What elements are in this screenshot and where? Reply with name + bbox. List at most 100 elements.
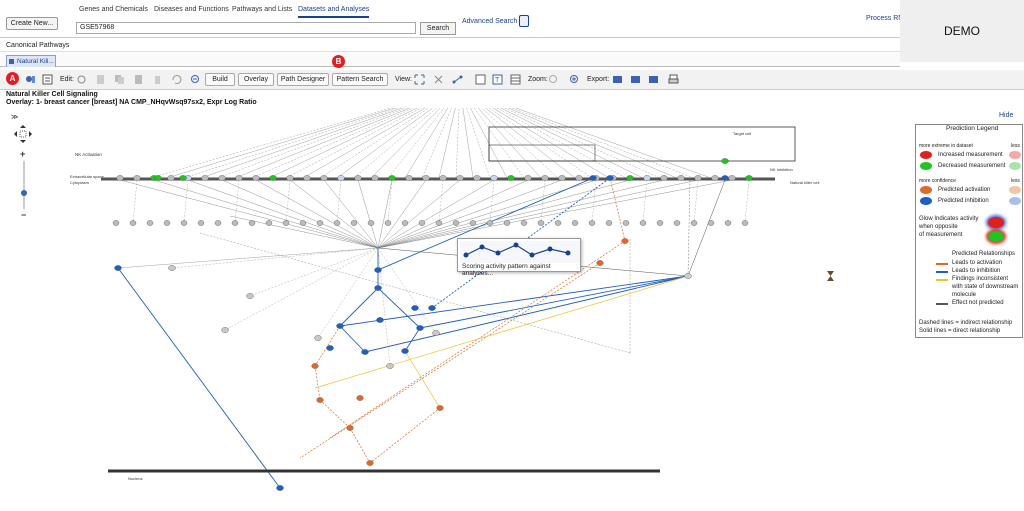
pathway-node[interactable]: [168, 265, 176, 271]
pathway-node[interactable]: [596, 260, 604, 266]
export-data-icon[interactable]: [630, 74, 641, 85]
pathway-node[interactable]: [524, 175, 532, 181]
pathway-node[interactable]: [486, 220, 494, 226]
pathway-node[interactable]: [112, 220, 120, 226]
pathway-node[interactable]: [286, 175, 294, 181]
export-pdf-icon[interactable]: [648, 74, 659, 85]
pathway-node[interactable]: [473, 175, 481, 181]
pathway-node[interactable]: [269, 175, 277, 181]
pathway-node[interactable]: [684, 273, 692, 279]
cut-icon[interactable]: [95, 74, 106, 85]
print-icon[interactable]: [668, 74, 679, 85]
pathway-node[interactable]: [167, 175, 175, 181]
pathway-node[interactable]: [114, 265, 122, 271]
pathway-node[interactable]: [180, 220, 188, 226]
pathway-node[interactable]: [366, 460, 374, 466]
pathway-node[interactable]: [503, 220, 511, 226]
pathway-canvas[interactable]: NK Activation Extracellular space Cytopl…: [0, 108, 912, 511]
pathway-node[interactable]: [337, 175, 345, 181]
pathway-node[interactable]: [507, 175, 515, 181]
paste-icon[interactable]: [133, 74, 144, 85]
pathway-node[interactable]: [133, 175, 141, 181]
expand-icon[interactable]: [433, 74, 444, 85]
pathway-node[interactable]: [356, 395, 364, 401]
copy-icon[interactable]: [114, 74, 125, 85]
pathway-node[interactable]: [246, 293, 254, 299]
pathway-node[interactable]: [435, 220, 443, 226]
pathway-node[interactable]: [154, 175, 162, 181]
pathway-node[interactable]: [694, 175, 702, 181]
fit-view-icon[interactable]: [414, 74, 425, 85]
build-button[interactable]: Build: [205, 73, 235, 86]
pathway-node[interactable]: [316, 220, 324, 226]
pathway-node[interactable]: [299, 220, 307, 226]
pathway-node[interactable]: [673, 220, 681, 226]
export-image-icon[interactable]: [612, 74, 623, 85]
pathway-node[interactable]: [346, 425, 354, 431]
pathway-node[interactable]: [439, 175, 447, 181]
network-icon[interactable]: [452, 74, 463, 85]
pathway-node[interactable]: [129, 220, 137, 226]
pathway-node[interactable]: [554, 220, 562, 226]
add-molecule-icon[interactable]: [25, 74, 36, 85]
pathway-node[interactable]: [163, 220, 171, 226]
pathway-node[interactable]: [179, 175, 187, 181]
zoom-fit-icon[interactable]: [548, 74, 559, 85]
pathway-node[interactable]: [575, 175, 583, 181]
pathway-node[interactable]: [376, 317, 384, 323]
pathway-node[interactable]: [677, 175, 685, 181]
pathway-node[interactable]: [721, 158, 729, 164]
create-new-button[interactable]: Create New...: [6, 17, 58, 30]
pathway-node[interactable]: [218, 175, 226, 181]
pathway-node[interactable]: [235, 175, 243, 181]
zoom-in-icon[interactable]: [569, 74, 580, 85]
pathway-node[interactable]: [643, 175, 651, 181]
pathway-node[interactable]: [146, 220, 154, 226]
pathway-node[interactable]: [558, 175, 566, 181]
pathway-node[interactable]: [422, 175, 430, 181]
pathway-node[interactable]: [606, 175, 614, 181]
pathway-node[interactable]: [721, 175, 729, 181]
pathway-node[interactable]: [231, 220, 239, 226]
pathway-node[interactable]: [336, 323, 344, 329]
table-icon[interactable]: [510, 74, 521, 85]
pathway-node[interactable]: [401, 348, 409, 354]
pathway-node[interactable]: [384, 220, 392, 226]
text-icon[interactable]: T: [492, 74, 503, 85]
pathway-node[interactable]: [418, 220, 426, 226]
pathway-node[interactable]: [214, 220, 222, 226]
pathway-node[interactable]: [374, 285, 382, 291]
pathway-node[interactable]: [416, 325, 424, 331]
refresh-icon[interactable]: [76, 74, 87, 85]
overlay-button[interactable]: Overlay: [238, 73, 274, 86]
pathway-node[interactable]: [520, 220, 528, 226]
search-button[interactable]: Search: [420, 22, 456, 35]
pathway-node[interactable]: [432, 330, 440, 336]
pathway-node[interactable]: [197, 220, 205, 226]
delete-icon[interactable]: [152, 74, 163, 85]
pathway-node[interactable]: [311, 363, 319, 369]
pathway-node[interactable]: [361, 349, 369, 355]
pathway-node[interactable]: [320, 175, 328, 181]
pathway-node[interactable]: [452, 220, 460, 226]
pathway-node[interactable]: [265, 220, 273, 226]
zoom-out-icon[interactable]: [190, 74, 201, 85]
tab-pathways-lists[interactable]: Pathways and Lists: [232, 6, 292, 13]
advanced-search-link[interactable]: Advanced Search: [462, 18, 517, 25]
pathway-node[interactable]: [639, 220, 647, 226]
pathway-node[interactable]: [316, 397, 324, 403]
pathway-node[interactable]: [314, 335, 322, 341]
pattern-search-button[interactable]: Pattern Search: [332, 73, 388, 86]
pathway-node[interactable]: [252, 175, 260, 181]
pathway-node[interactable]: [605, 220, 613, 226]
undo-icon[interactable]: [171, 74, 182, 85]
pathway-node[interactable]: [571, 220, 579, 226]
pathway-node[interactable]: [537, 220, 545, 226]
pathway-node[interactable]: [326, 345, 334, 351]
tab-genes-chemicals[interactable]: Genes and Chemicals: [79, 6, 148, 13]
pathway-node[interactable]: [367, 220, 375, 226]
pathway-node[interactable]: [621, 238, 629, 244]
pathway-node[interactable]: [221, 327, 229, 333]
pathway-node[interactable]: [711, 175, 719, 181]
pathway-node[interactable]: [656, 220, 664, 226]
